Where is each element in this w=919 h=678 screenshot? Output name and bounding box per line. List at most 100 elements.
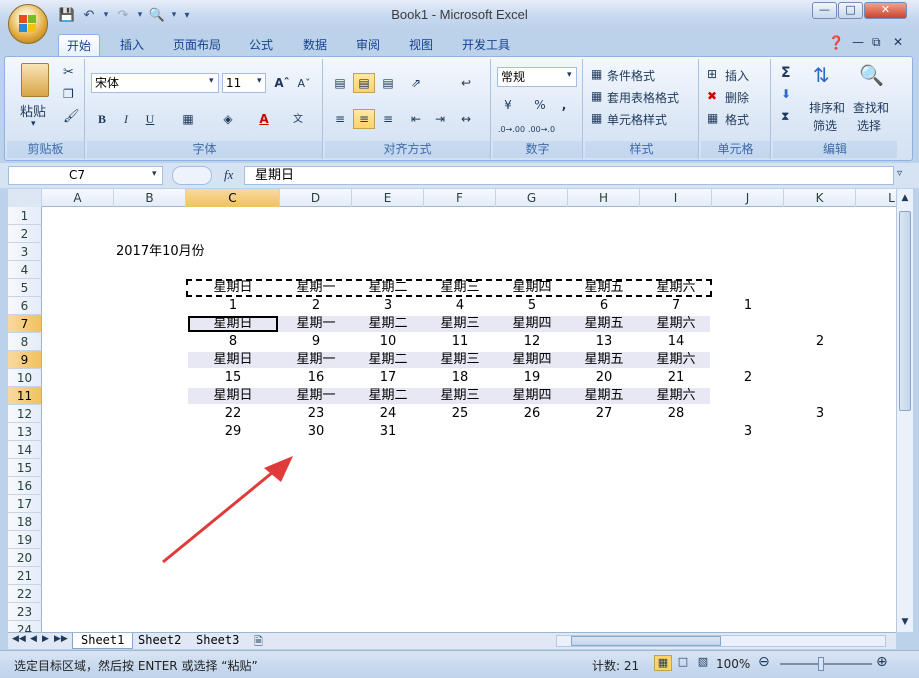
date-cell[interactable]: 11 — [424, 333, 496, 351]
weekday-cell[interactable]: 星期六 — [640, 387, 712, 405]
row-header-17[interactable]: 17 — [8, 495, 42, 513]
currency-icon[interactable]: ¥ — [497, 95, 519, 115]
paste-button[interactable]: 粘贴 — [20, 101, 46, 120]
fill-color-icon[interactable]: ◈ — [217, 109, 239, 129]
conditional-format-button[interactable]: 条件格式 — [607, 67, 655, 84]
align-right-icon[interactable]: ≡ — [377, 109, 399, 129]
help-icon[interactable]: ❓ — [828, 36, 844, 51]
week-number-cell[interactable]: 3 — [712, 423, 784, 441]
align-left-icon[interactable]: ≡ — [329, 109, 351, 129]
column-header-l[interactable]: L — [856, 189, 896, 207]
weekday-cell[interactable]: 星期六 — [640, 315, 712, 333]
weekday-cell[interactable]: 星期五 — [568, 351, 640, 369]
date-cell[interactable]: 20 — [568, 369, 640, 387]
conditional-format-icon[interactable]: ▦ — [591, 67, 602, 81]
column-header-i[interactable]: I — [640, 189, 712, 207]
column-header-g[interactable]: G — [496, 189, 568, 207]
week-number-cell[interactable]: 2 — [712, 369, 784, 387]
zoom-level[interactable]: 100% — [716, 657, 750, 671]
column-header-k[interactable]: K — [784, 189, 856, 207]
name-box-dropdown-icon[interactable]: ▾ — [152, 169, 157, 179]
next-sheet-icon[interactable]: ▶ — [42, 634, 49, 644]
row-header-9[interactable]: 9 — [8, 351, 42, 369]
week-number-cell[interactable]: 1 — [712, 297, 784, 315]
merge-center-icon[interactable]: ↔ — [455, 109, 477, 129]
scroll-up-icon[interactable]: ▲ — [899, 193, 911, 203]
date-cell[interactable]: 7 — [640, 297, 712, 315]
date-cell[interactable]: 21 — [640, 369, 712, 387]
horizontal-scrollbar[interactable] — [556, 635, 886, 647]
date-cell[interactable]: 16 — [280, 369, 352, 387]
date-cell[interactable]: 17 — [352, 369, 424, 387]
row-header-1[interactable]: 1 — [8, 207, 42, 225]
date-cell[interactable]: 5 — [496, 297, 568, 315]
formula-input[interactable]: 星期日 — [244, 166, 894, 185]
weekday-cell[interactable]: 星期一 — [280, 279, 352, 297]
ribbon-restore-icon[interactable]: ⧉ — [872, 35, 881, 50]
percent-button[interactable]: % — [529, 95, 551, 115]
weekday-cell[interactable]: 星期五 — [568, 279, 640, 297]
first-sheet-icon[interactable]: ◀◀ — [12, 634, 26, 644]
vertical-scroll-thumb[interactable] — [899, 211, 911, 411]
find-select-button[interactable]: 查找和 — [853, 99, 889, 116]
align-middle-icon[interactable]: ▤ — [353, 73, 375, 93]
weekday-cell[interactable]: 星期三 — [424, 351, 496, 369]
date-cell[interactable]: 1 — [186, 297, 280, 315]
tab-review[interactable]: 审阅 — [348, 34, 388, 57]
weekday-cell[interactable]: 星期四 — [496, 315, 568, 333]
row-header-12[interactable]: 12 — [8, 405, 42, 423]
date-cell[interactable]: 15 — [186, 369, 280, 387]
cell-styles-icon[interactable]: ▦ — [591, 111, 602, 125]
find-select-icon[interactable]: 🔍 — [859, 63, 884, 87]
worksheet-grid[interactable]: ABCDEFGHIJKL 1 2 3 4 5 6 7 8 9 10 11 12 13 14 15 16 17 18… — [8, 189, 896, 632]
week-number-cell[interactable]: 3 — [784, 405, 856, 423]
decrease-font-icon[interactable]: Aˇ — [293, 73, 315, 93]
ribbon-minimize-icon[interactable]: — — [852, 35, 864, 49]
weekday-cell[interactable]: 星期四 — [496, 387, 568, 405]
date-cell[interactable]: 29 — [186, 423, 280, 441]
row-header-5[interactable]: 5 — [8, 279, 42, 297]
weekday-cell[interactable]: 星期日 — [186, 351, 280, 369]
week-number-cell[interactable]: 2 — [784, 333, 856, 351]
delete-cells-icon[interactable]: ✖ — [707, 89, 717, 103]
page-layout-view-icon[interactable]: □ — [674, 655, 692, 671]
cut-icon[interactable]: ✂ — [63, 65, 74, 80]
tab-page-layout[interactable]: 页面布局 — [165, 34, 229, 57]
row-header-22[interactable]: 22 — [8, 585, 42, 603]
row-header-18[interactable]: 18 — [8, 513, 42, 531]
date-cell[interactable]: 4 — [424, 297, 496, 315]
row-header-16[interactable]: 16 — [8, 477, 42, 495]
date-cell[interactable]: 6 — [568, 297, 640, 315]
format-cells-icon[interactable]: ▦ — [707, 111, 718, 125]
table-format-button[interactable]: 套用表格格式 — [607, 89, 679, 106]
column-header-a[interactable]: A — [42, 189, 114, 207]
increase-indent-icon[interactable]: ⇥ — [429, 109, 451, 129]
weekday-cell[interactable]: 星期二 — [352, 315, 424, 333]
row-header-11[interactable]: 11 — [8, 387, 42, 405]
weekday-cell[interactable]: 星期日 — [186, 315, 280, 333]
align-bottom-icon[interactable]: ▤ — [377, 73, 399, 93]
weekday-cell[interactable]: 星期五 — [568, 315, 640, 333]
underline-button[interactable]: U — [139, 109, 161, 129]
paste-icon[interactable] — [21, 63, 49, 97]
date-cell[interactable]: 24 — [352, 405, 424, 423]
row-header-24[interactable]: 24 — [8, 621, 42, 632]
font-size-dropdown-icon[interactable]: ▾ — [257, 76, 262, 86]
close-button[interactable]: ✕ — [864, 2, 907, 19]
formula-bar-toggle-icon[interactable] — [172, 166, 212, 185]
ribbon-close-icon[interactable]: ✕ — [893, 35, 903, 49]
page-break-view-icon[interactable]: ▧ — [694, 655, 712, 671]
row-header-19[interactable]: 19 — [8, 531, 42, 549]
sort-filter-label2[interactable]: 筛选 — [813, 117, 837, 134]
date-cell[interactable]: 14 — [640, 333, 712, 351]
horizontal-scroll-thumb[interactable] — [571, 636, 721, 646]
row-header-3[interactable]: 3 — [8, 243, 42, 261]
row-header-23[interactable]: 23 — [8, 603, 42, 621]
date-cell[interactable]: 30 — [280, 423, 352, 441]
tab-data[interactable]: 数据 — [295, 34, 335, 57]
weekday-cell[interactable]: 星期二 — [352, 351, 424, 369]
weekday-cell[interactable]: 星期日 — [186, 279, 280, 297]
prev-sheet-icon[interactable]: ◀ — [30, 634, 37, 644]
row-header-4[interactable]: 4 — [8, 261, 42, 279]
weekday-cell[interactable]: 星期六 — [640, 351, 712, 369]
